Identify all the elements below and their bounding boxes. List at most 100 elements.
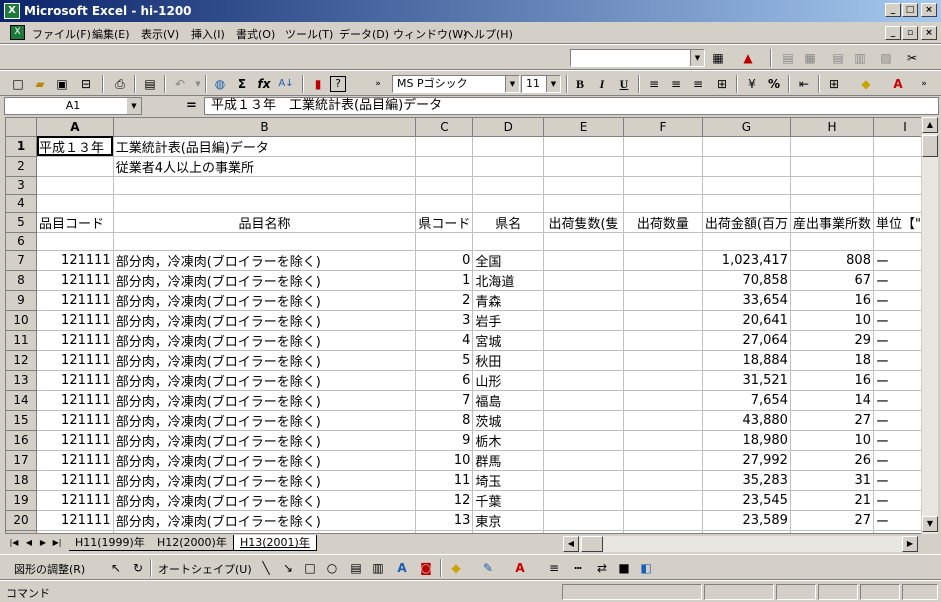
cell-pref-name[interactable]: 茨城 — [472, 410, 545, 431]
last-sheet-icon[interactable]: ▶| — [50, 536, 64, 550]
cell-quantity[interactable] — [623, 470, 703, 491]
vertical-scrollbar[interactable]: ▲ ▼ — [921, 117, 938, 534]
doc-minimize-button[interactable]: _ — [885, 26, 901, 40]
cell-amount[interactable]: 18,980 — [702, 430, 791, 451]
cell[interactable] — [543, 176, 624, 195]
cell-pref-name[interactable]: 全国 — [472, 250, 545, 271]
cell-establishments[interactable]: 16 — [790, 290, 874, 311]
format-icon[interactable]: ▦ — [708, 49, 728, 67]
row-header[interactable]: 9 — [6, 290, 37, 311]
column-header-e[interactable]: E — [543, 118, 624, 137]
cell-ships[interactable] — [543, 450, 624, 471]
cell[interactable]: 産出事業所数 — [790, 212, 874, 233]
cell-pref-code[interactable]: 6 — [415, 370, 474, 391]
cell[interactable] — [472, 176, 545, 195]
cell[interactable]: 平成１３年 — [36, 136, 114, 157]
cell[interactable] — [790, 194, 874, 213]
cell[interactable]: 出荷隻数(隻 — [543, 212, 624, 233]
cell-quantity[interactable] — [623, 250, 703, 271]
cell[interactable] — [36, 194, 114, 213]
cell[interactable] — [623, 156, 703, 177]
dash-style-icon[interactable]: ┅ — [568, 559, 588, 577]
chart-type-icon[interactable]: ▲ — [738, 49, 758, 67]
cell-amount[interactable]: 20,641 — [702, 310, 791, 331]
cell-amount[interactable]: 43,880 — [702, 410, 791, 431]
cell-amount[interactable]: 33,654 — [702, 290, 791, 311]
cell-item-code[interactable]: 121111 — [36, 530, 114, 533]
cell-ships[interactable] — [543, 270, 624, 291]
cell-pref-code[interactable]: 5 — [415, 350, 474, 371]
cell-quantity[interactable] — [623, 290, 703, 311]
font-color-icon[interactable]: A — [888, 75, 908, 93]
cell-amount[interactable]: 35,283 — [702, 470, 791, 491]
cell-establishments[interactable]: 10 — [790, 310, 874, 331]
cell-ships[interactable] — [543, 470, 624, 491]
cell-establishments[interactable]: 29 — [790, 330, 874, 351]
borders-icon[interactable]: ⊞ — [824, 75, 844, 93]
cell-item-name[interactable]: 部分肉，冷凍肉(ブロイラーを除く) — [113, 410, 417, 431]
cell[interactable] — [415, 176, 474, 195]
sheet-tab-h11[interactable]: H11(1999)年 — [69, 535, 151, 551]
cell-pref-code[interactable]: 1 — [415, 270, 474, 291]
merge-center-icon[interactable]: ⊞ — [712, 75, 732, 93]
formula-input[interactable]: 平成１３年 工業統計表(品目編)データ — [204, 97, 939, 115]
toolbar-options-icon[interactable]: » — [368, 75, 388, 93]
row-header[interactable]: 13 — [6, 370, 37, 391]
cell-ships[interactable] — [543, 310, 624, 331]
cell[interactable] — [623, 176, 703, 195]
cell-pref-code[interactable]: 7 — [415, 390, 474, 411]
row-header[interactable]: 10 — [6, 310, 37, 331]
workbook-icon[interactable]: X — [10, 25, 25, 40]
open-folder-icon[interactable]: ▰ — [30, 75, 50, 93]
cell-pref-name[interactable]: 埼玉 — [472, 470, 545, 491]
menu-file[interactable]: ファイル(F) — [32, 26, 91, 42]
cell-pref-code[interactable]: 10 — [415, 450, 474, 471]
cell-establishments[interactable]: 808 — [790, 250, 874, 271]
cell[interactable] — [543, 136, 624, 157]
maximize-button[interactable]: □ — [902, 3, 918, 17]
cell[interactable]: 県名 — [472, 212, 545, 233]
select-all-corner[interactable] — [6, 118, 37, 137]
cell-pref-name[interactable]: 岩手 — [472, 310, 545, 331]
select-objects-icon[interactable]: ↖ — [106, 559, 126, 577]
italic-button[interactable]: I — [592, 75, 612, 93]
sheet-tab-h12[interactable]: H12(2000)年 — [151, 535, 233, 551]
cell[interactable] — [790, 156, 874, 177]
save-icon[interactable]: ▣ — [52, 75, 72, 93]
oval-icon[interactable]: ○ — [322, 559, 342, 577]
cell-item-name[interactable]: 部分肉，冷凍肉(ブロイラーを除く) — [113, 490, 417, 511]
cell-item-name[interactable]: 部分肉，冷凍肉(ブロイラーを除く) — [113, 430, 417, 451]
cell-pref-name[interactable]: 宮城 — [472, 330, 545, 351]
cell-item-name[interactable]: 部分肉，冷凍肉(ブロイラーを除く) — [113, 450, 417, 471]
cell-item-code[interactable]: 121111 — [36, 490, 114, 511]
cell-amount[interactable]: 26,846 — [702, 530, 791, 533]
cell-item-code[interactable]: 121111 — [36, 350, 114, 371]
cell-item-name[interactable]: 部分肉，冷凍肉(ブロイラーを除く) — [113, 510, 417, 531]
cell-pref-code[interactable]: 2 — [415, 290, 474, 311]
prev-sheet-icon[interactable]: ◀ — [22, 536, 36, 550]
cell[interactable] — [702, 176, 791, 195]
cell[interactable] — [702, 194, 791, 213]
cell-quantity[interactable] — [623, 310, 703, 331]
cell-establishments[interactable]: 26 — [790, 450, 874, 471]
bold-button[interactable]: B — [570, 75, 590, 93]
align-left-icon[interactable]: ≡ — [644, 75, 664, 93]
row-header[interactable]: 8 — [6, 270, 37, 291]
angle-icon[interactable]: ▨ — [876, 49, 896, 67]
row-header[interactable]: 19 — [6, 490, 37, 511]
rectangle-icon[interactable]: □ — [300, 559, 320, 577]
menu-help[interactable]: ヘルプ(H) — [463, 26, 513, 42]
cell-quantity[interactable] — [623, 370, 703, 391]
cell-amount[interactable]: 23,589 — [702, 510, 791, 531]
cell-amount[interactable]: 1,023,417 — [702, 250, 791, 271]
menu-insert[interactable]: 挿入(I) — [191, 26, 225, 42]
column-header-c[interactable]: C — [415, 118, 474, 137]
cell-item-code[interactable]: 121111 — [36, 390, 114, 411]
vertical-text-box-icon[interactable]: ▥ — [368, 559, 388, 577]
cell-item-code[interactable]: 121111 — [36, 450, 114, 471]
autosum-icon[interactable]: Σ — [232, 75, 252, 93]
cell-establishments[interactable]: 14 — [790, 390, 874, 411]
cell-pref-code[interactable]: 14 — [415, 530, 474, 533]
cell-quantity[interactable] — [623, 510, 703, 531]
by-row-icon[interactable]: ▤ — [828, 49, 848, 67]
